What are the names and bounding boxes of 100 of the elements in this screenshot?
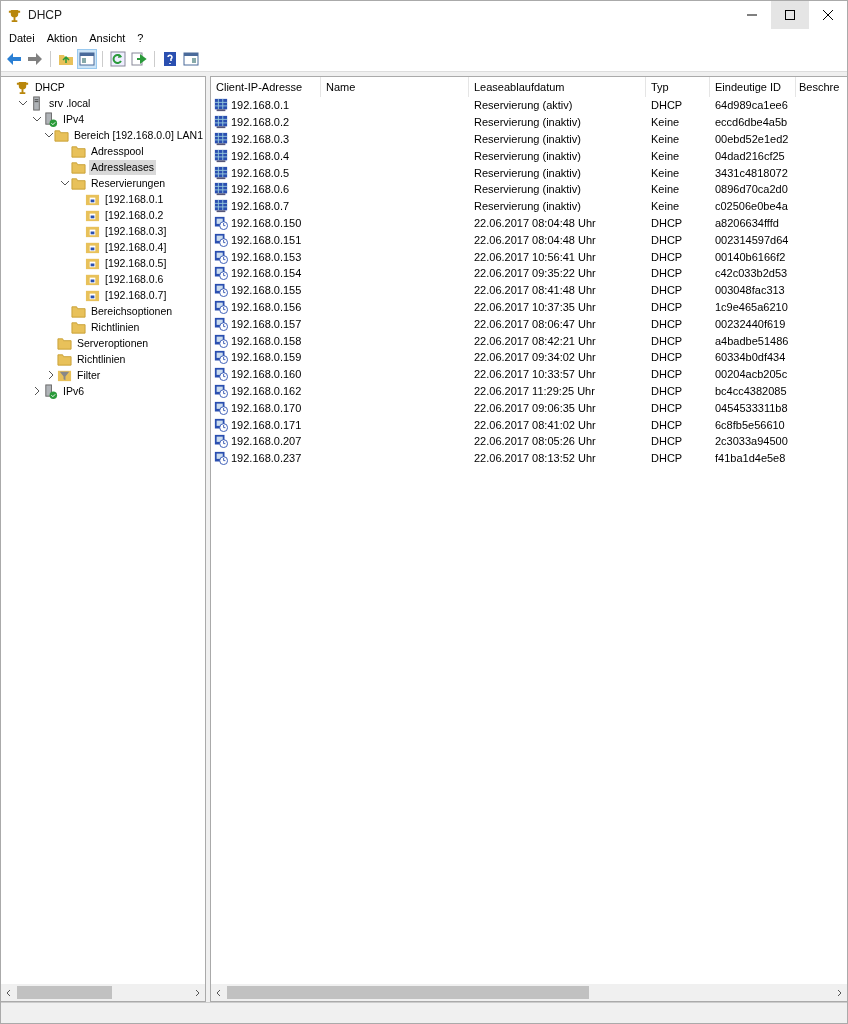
unique-id-cell-text: f41ba1d4e5e8 [714,452,787,465]
close-icon [823,10,833,20]
ip-address-text: 192.168.0.159 [231,351,302,364]
unique-id-cell-text: bc4cc4382085 [714,384,788,397]
column-header[interactable]: Leaseablaufdatum [469,77,646,97]
ip-address-text: 192.168.0.237 [231,452,302,465]
tree-item[interactable]: Reservierungen [89,175,168,191]
column-header[interactable]: Name [321,77,469,97]
unique-id-cell-text: 00140b6166f2 [714,250,787,263]
unique-id-cell-text: 60334b0df434 [714,351,787,364]
unique-id-cell-text: a4badbe51486 [714,334,790,347]
tree-item[interactable]: [192.168.0.2 [103,207,166,223]
collapse-chevron-icon[interactable] [19,99,27,107]
maximize-icon [785,10,795,20]
lease-expiry-cell-text: 22.06.2017 08:42:21 Uhr [473,334,597,347]
unique-id-cell-text: 04dad216cf25 [714,149,786,162]
window-icon[interactable] [182,50,200,68]
tree-item[interactable]: Adressleases [89,159,157,175]
unique-id-cell-text: 002314597d64 [714,233,790,246]
folder-icon [71,175,86,191]
type-cell-text: DHCP [650,250,684,263]
export-icon[interactable] [130,50,148,68]
tree-pane-icon[interactable] [78,50,96,68]
expand-chevron-icon[interactable] [33,387,41,395]
lease-expiry-cell-text: Reservierung (aktiv) [473,99,574,112]
collapse-chevron-icon[interactable] [61,179,69,187]
ip-address-text: 192.168.0.153 [231,250,302,263]
lease-expiry-cell-text: 22.06.2017 09:35:22 Uhr [473,267,597,280]
type-cell-text: DHCP [650,233,684,246]
help-icon[interactable] [161,50,179,68]
tree-item[interactable]: Richtlinien [75,351,128,367]
tree-item[interactable]: srv .local [47,95,93,111]
tree-item[interactable]: IPv6 [61,383,86,399]
tree-item[interactable]: [192.168.0.4] [103,239,169,255]
network-icon [43,383,58,399]
menu-item[interactable]: Ansicht [83,32,132,44]
tree-item[interactable]: IPv4 [61,111,86,127]
folder-icon [71,143,86,159]
tree-item[interactable]: Filter [75,367,103,383]
tree-item[interactable]: Adresspool [89,143,146,159]
tree-item[interactable]: [192.168.0.1 [103,191,166,207]
column-header[interactable]: Client-IP-Adresse [211,77,321,97]
type-cell-text: Keine [650,166,681,179]
ip-address-text: 192.168.0.207 [231,435,302,448]
type-cell-text: DHCP [650,435,684,448]
ip-address-text: 192.168.0.160 [231,368,302,381]
menu-item[interactable]: Datei [3,32,41,44]
unique-id-cell-text: 00204acb205c [714,368,789,381]
folder-icon [71,319,86,335]
tree-item[interactable]: Bereichsoptionen [89,303,175,319]
ip-address-text: 192.168.0.6 [231,183,290,196]
tree-item[interactable]: [192.168.0.5] [103,255,169,271]
tree-item[interactable]: DHCP [33,79,67,95]
menu-item[interactable]: ? [131,32,150,44]
type-cell-text: Keine [650,183,681,196]
unique-id-cell-text: 3431c4818072 [714,166,789,179]
collapse-chevron-icon[interactable] [45,131,54,139]
tree-item[interactable]: Richtlinien [89,319,142,335]
collapse-chevron-icon[interactable] [33,115,41,123]
horizontal-scrollbar[interactable] [1,983,205,1001]
column-header[interactable]: Eindeutige ID [710,77,796,97]
type-cell-text: Keine [650,149,681,162]
scroll-right-icon[interactable] [193,988,201,997]
type-cell-text: Keine [650,200,681,213]
ip-address-text: 192.168.0.7 [231,200,290,213]
lease-expiry-cell-text: 22.06.2017 10:33:57 Uhr [473,368,597,381]
ip-address-text: 192.168.0.2 [231,116,290,129]
tree-item[interactable]: Serveroptionen [75,335,151,351]
horizontal-scrollbar[interactable] [211,983,847,1001]
lease-expiry-cell-text: 22.06.2017 09:34:02 Uhr [473,351,597,364]
scroll-left-icon[interactable] [215,988,223,997]
type-cell-text: Keine [650,133,681,145]
forward-arrow-icon[interactable] [26,50,44,68]
lease-expiry-cell-text: 22.06.2017 09:06:35 Uhr [473,401,597,414]
tree-item[interactable]: [192.168.0.7] [103,287,169,303]
type-cell-text: DHCP [650,334,684,347]
type-cell-text: DHCP [650,99,684,112]
tree-item[interactable]: Bereich [192.168.0.0] LAN1 [72,127,205,143]
unique-id-cell-text: c02506e0be4a [714,200,789,213]
column-header[interactable]: Beschre [796,77,847,97]
expand-chevron-icon[interactable] [47,371,55,379]
ip-address-text: 192.168.0.170 [231,401,302,414]
unique-id-cell-text: 003048fac313 [714,284,786,297]
maximize-button[interactable] [771,1,809,29]
ip-address-text: 192.168.0.5 [231,166,290,179]
column-header[interactable]: Typ [646,77,710,97]
type-cell-text: DHCP [650,351,684,364]
unique-id-cell-text: 00232440f619 [714,317,787,330]
type-cell-text: DHCP [650,384,684,397]
folder-icon [54,127,69,143]
refresh-icon[interactable] [109,50,127,68]
scroll-right-icon[interactable] [835,988,843,997]
network-icon [43,111,58,127]
tree-item[interactable]: [192.168.0.6 [103,271,166,287]
menu-item[interactable]: Aktion [40,32,84,44]
scroll-left-icon[interactable] [5,988,13,997]
lease-expiry-cell-text: Reservierung (inaktiv) [473,183,582,196]
type-cell-text: Keine [650,116,681,129]
type-cell-text: DHCP [650,267,684,280]
tree-item[interactable]: [192.168.0.3] [103,223,169,239]
